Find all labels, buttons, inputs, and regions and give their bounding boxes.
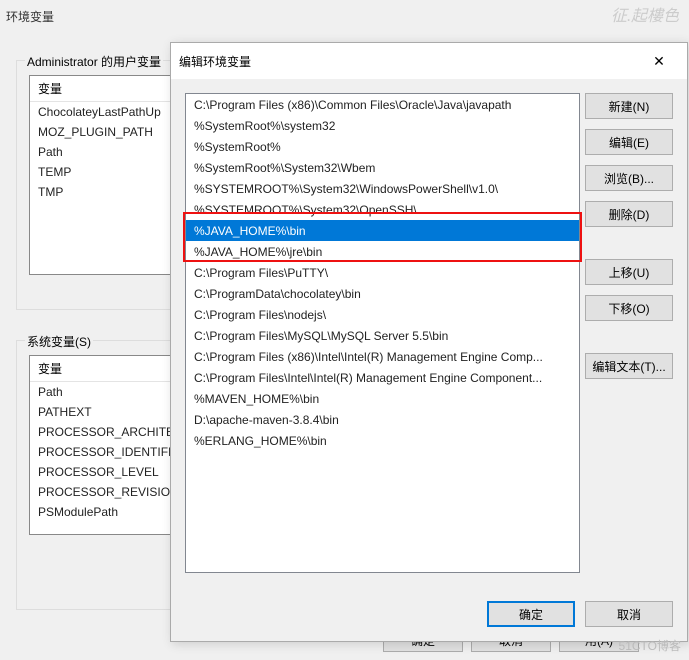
path-entry[interactable]: C:\Program Files (x86)\Intel\Intel(R) Ma… — [186, 346, 579, 367]
path-entry[interactable]: %JAVA_HOME%\jre\bin — [186, 241, 579, 262]
edit-dialog-titlebar: 编辑环境变量 ✕ — [171, 43, 687, 79]
path-entry[interactable]: %MAVEN_HOME%\bin — [186, 388, 579, 409]
watermark-bottom: 51CTO博客 — [619, 637, 681, 654]
system-var-item[interactable]: PROCESSOR_IDENTIFI — [30, 442, 173, 462]
ok-button[interactable]: 确定 — [487, 601, 575, 627]
edit-dialog-title: 编辑环境变量 — [179, 53, 639, 70]
side-buttons: 新建(N) 编辑(E) 浏览(B)... 删除(D) 上移(U) 下移(O) 编… — [585, 93, 673, 379]
path-entry[interactable]: %ERLANG_HOME%\bin — [186, 430, 579, 451]
user-var-item[interactable]: ChocolateyLastPathUp — [30, 102, 173, 122]
user-var-item[interactable]: TMP — [30, 182, 173, 202]
path-entry[interactable]: C:\Program Files\MySQL\MySQL Server 5.5\… — [186, 325, 579, 346]
system-vars-label: 系统变量(S) — [25, 333, 93, 350]
edit-dialog-bottom-buttons: 确定 取消 — [487, 601, 673, 627]
path-entry[interactable]: C:\Program Files\nodejs\ — [186, 304, 579, 325]
path-entry[interactable]: C:\Program Files\Intel\Intel(R) Manageme… — [186, 367, 579, 388]
user-vars-label: Administrator 的用户变量 — [25, 53, 163, 70]
close-icon[interactable]: ✕ — [639, 47, 679, 75]
system-var-item[interactable]: PROCESSOR_ARCHITE — [30, 422, 173, 442]
system-var-item[interactable]: PATHEXT — [30, 402, 173, 422]
user-vars-header: 变量 — [30, 76, 173, 102]
dialog-title: 环境变量 — [6, 8, 54, 25]
path-entry[interactable]: %SystemRoot%\system32 — [186, 115, 579, 136]
path-entry[interactable]: %JAVA_HOME%\bin — [186, 220, 579, 241]
system-var-item[interactable]: PROCESSOR_LEVEL — [30, 462, 173, 482]
system-vars-list[interactable]: 变量 Path PATHEXT PROCESSOR_ARCHITE PROCES… — [29, 355, 174, 535]
user-var-item[interactable]: Path — [30, 142, 173, 162]
move-up-button[interactable]: 上移(U) — [585, 259, 673, 285]
path-entries-list[interactable]: C:\Program Files (x86)\Common Files\Orac… — [185, 93, 580, 573]
edit-dialog-body: C:\Program Files (x86)\Common Files\Orac… — [171, 79, 687, 107]
system-vars-header: 变量 — [30, 356, 173, 382]
move-down-button[interactable]: 下移(O) — [585, 295, 673, 321]
path-entry[interactable]: C:\ProgramData\chocolatey\bin — [186, 283, 579, 304]
system-var-item[interactable]: PROCESSOR_REVISION — [30, 482, 173, 502]
delete-button[interactable]: 删除(D) — [585, 201, 673, 227]
edit-text-button[interactable]: 编辑文本(T)... — [585, 353, 673, 379]
user-var-item[interactable]: TEMP — [30, 162, 173, 182]
path-entry[interactable]: %SystemRoot% — [186, 136, 579, 157]
user-var-item[interactable]: MOZ_PLUGIN_PATH — [30, 122, 173, 142]
browse-button[interactable]: 浏览(B)... — [585, 165, 673, 191]
edit-button[interactable]: 编辑(E) — [585, 129, 673, 155]
path-entry[interactable]: %SYSTEMROOT%\System32\OpenSSH\ — [186, 199, 579, 220]
path-entry[interactable]: D:\apache-maven-3.8.4\bin — [186, 409, 579, 430]
path-entry[interactable]: %SystemRoot%\System32\Wbem — [186, 157, 579, 178]
edit-env-var-dialog: 编辑环境变量 ✕ C:\Program Files (x86)\Common F… — [170, 42, 688, 642]
new-button[interactable]: 新建(N) — [585, 93, 673, 119]
path-entry[interactable]: C:\Program Files\PuTTY\ — [186, 262, 579, 283]
path-entry[interactable]: %SYSTEMROOT%\System32\WindowsPowerShell\… — [186, 178, 579, 199]
system-var-item[interactable]: PSModulePath — [30, 502, 173, 522]
path-entry[interactable]: C:\Program Files (x86)\Common Files\Orac… — [186, 94, 579, 115]
watermark-top: 征.起樓色 — [611, 2, 679, 26]
system-var-item[interactable]: Path — [30, 382, 173, 402]
cancel-button[interactable]: 取消 — [585, 601, 673, 627]
user-vars-list[interactable]: 变量 ChocolateyLastPathUp MOZ_PLUGIN_PATH … — [29, 75, 174, 275]
